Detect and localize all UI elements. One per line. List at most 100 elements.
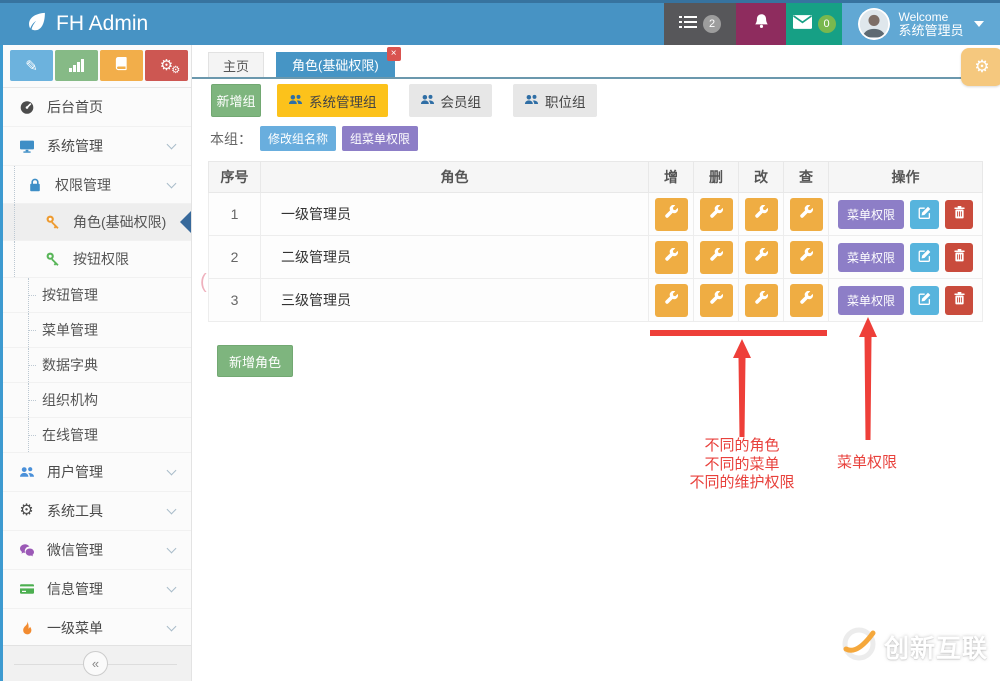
sidebar-item-user-mgmt[interactable]: 用户管理	[0, 453, 191, 492]
sidebar-item-button-mgmt[interactable]: 按钮管理	[0, 278, 191, 313]
sidebar-item-online-mgmt[interactable]: 在线管理	[0, 418, 191, 453]
wrench-icon	[664, 248, 679, 266]
annotation-arrow-left	[733, 339, 751, 437]
chevron-down-icon	[167, 622, 177, 632]
users-icon	[420, 92, 435, 110]
permission-add-button[interactable]	[655, 241, 688, 274]
tab-home[interactable]: 主页	[208, 52, 264, 77]
permission-edit-button[interactable]	[745, 198, 778, 231]
delete-role-button[interactable]	[945, 286, 973, 315]
sidebar-item-system-mgmt[interactable]: 系统管理	[0, 127, 191, 166]
sidebar-item-role-base-permission[interactable]: 角色(基础权限)	[0, 204, 191, 241]
close-tab-icon[interactable]: ×	[387, 47, 401, 61]
gears-quick-button[interactable]: ⚙⚙	[145, 50, 188, 81]
menu-rights-button[interactable]: 菜单权限	[838, 200, 904, 229]
sidebar-item-data-dict[interactable]: 数据字典	[0, 348, 191, 383]
gears-icon: ⚙⚙	[160, 58, 173, 73]
delete-role-button[interactable]	[945, 200, 973, 229]
sidebar-item-organization[interactable]: 组织机构	[0, 383, 191, 418]
key-green-icon	[44, 251, 61, 268]
wrench-icon	[799, 291, 814, 309]
watermark: 创新互联	[840, 625, 988, 668]
annotation-note-text: 不同的角色 不同的菜单 不同的维护权限	[689, 437, 794, 493]
tabbar-divider	[192, 77, 1000, 79]
active-marker	[180, 211, 191, 233]
table-row: 2 二级管理员 菜单权限	[209, 236, 983, 279]
permission-add-button[interactable]	[655, 198, 688, 231]
chevron-down-icon	[167, 140, 177, 150]
table-body: 1 一级管理员 菜单权限 2 二级管理员 菜单权限 3 三级管理员	[209, 193, 983, 322]
user-menu-button[interactable]: Welcome 系统管理员	[842, 3, 1000, 45]
wrench-icon	[799, 248, 814, 266]
sidebar-item-button-permission[interactable]: 按钮权限	[0, 241, 191, 278]
mail-button[interactable]: 0	[786, 3, 842, 45]
pencil-quick-button[interactable]: ✎	[10, 50, 53, 81]
permission-delete-button[interactable]	[700, 198, 733, 231]
book-icon	[114, 56, 129, 75]
wrench-icon	[799, 205, 814, 223]
monitor-icon	[18, 138, 35, 155]
header-edit: 改	[739, 162, 784, 193]
sidebar-menu: 后台首页 系统管理 权限管理 角色(基础权限) 按钮权限 按钮管理 菜单管理 数…	[0, 88, 191, 645]
group-tab-member-group[interactable]: 会员组	[409, 84, 493, 117]
collapse-sidebar-button[interactable]: «	[83, 651, 108, 676]
row-role-name: 二级管理员	[261, 236, 649, 279]
mail-badge: 0	[818, 15, 836, 33]
sidebar-item-menu-mgmt[interactable]: 菜单管理	[0, 313, 191, 348]
annotation-arrow-right	[859, 317, 877, 440]
settings-gear-button[interactable]: ⚙	[961, 48, 1000, 86]
key-orange-icon	[44, 214, 61, 231]
annotation-paren: (	[200, 271, 207, 293]
new-role-button[interactable]: 新增角色	[217, 345, 293, 377]
delete-role-button[interactable]	[945, 243, 973, 272]
tasks-menu-button[interactable]: 2	[664, 3, 736, 45]
trash-icon	[952, 248, 967, 266]
sidebar-collapse-bar: «	[0, 645, 191, 681]
bar-chart-icon	[69, 59, 84, 72]
group-menu-rights-button[interactable]: 组菜单权限	[342, 126, 418, 151]
annotation-menu-text: 菜单权限	[837, 451, 897, 472]
sidebar-item-info-mgmt[interactable]: 信息管理	[0, 570, 191, 609]
permission-edit-button[interactable]	[745, 284, 778, 317]
permission-delete-button[interactable]	[700, 241, 733, 274]
sidebar-item-level1-menu[interactable]: 一级菜单	[0, 609, 191, 645]
book-quick-button[interactable]	[100, 50, 143, 81]
menu-rights-button[interactable]: 菜单权限	[838, 286, 904, 315]
wrench-icon	[709, 205, 724, 223]
permission-view-button[interactable]	[790, 284, 823, 317]
permission-edit-button[interactable]	[745, 241, 778, 274]
sidebar-item-wechat-mgmt[interactable]: 微信管理	[0, 531, 191, 570]
tab-role-base-permission[interactable]: 角色(基础权限) ×	[276, 52, 395, 77]
watermark-text: 创新互联	[884, 629, 988, 665]
sidebar-item-home[interactable]: 后台首页	[0, 88, 191, 127]
sidebar-accent-stripe	[0, 45, 3, 681]
gear-icon: ⚙	[18, 503, 35, 520]
permission-delete-button[interactable]	[700, 284, 733, 317]
rename-group-button[interactable]: 修改组名称	[260, 126, 336, 151]
edit-role-button[interactable]	[910, 200, 939, 229]
sidebar-item-permission-mgmt[interactable]: 权限管理	[0, 166, 191, 204]
notifications-button[interactable]	[736, 3, 786, 45]
permission-add-button[interactable]	[655, 284, 688, 317]
trash-icon	[952, 205, 967, 223]
welcome-text: Welcome 系统管理员	[898, 10, 963, 38]
new-group-button[interactable]: 新增组	[211, 84, 261, 117]
wrench-icon	[664, 205, 679, 223]
edit-role-button[interactable]	[910, 286, 939, 315]
tasks-badge: 2	[703, 15, 721, 33]
permission-view-button[interactable]	[790, 241, 823, 274]
annotation-underline	[650, 330, 827, 336]
task-list-icon	[679, 15, 697, 34]
permission-view-button[interactable]	[790, 198, 823, 231]
sidebar-item-sys-tools[interactable]: ⚙ 系统工具	[0, 492, 191, 531]
edit-role-button[interactable]	[910, 243, 939, 272]
menu-rights-button[interactable]: 菜单权限	[838, 243, 904, 272]
group-tab-system-admin-group[interactable]: 系统管理组	[277, 84, 388, 117]
edit-icon	[917, 248, 932, 266]
top-navbar: FH Admin 2 0 Welcome 系统管	[0, 0, 1000, 45]
lock-icon	[26, 176, 43, 193]
chart-quick-button[interactable]	[55, 50, 98, 81]
watermark-logo-icon	[840, 625, 878, 668]
group-tab-position-group[interactable]: 职位组	[513, 84, 597, 117]
wrench-icon	[709, 291, 724, 309]
